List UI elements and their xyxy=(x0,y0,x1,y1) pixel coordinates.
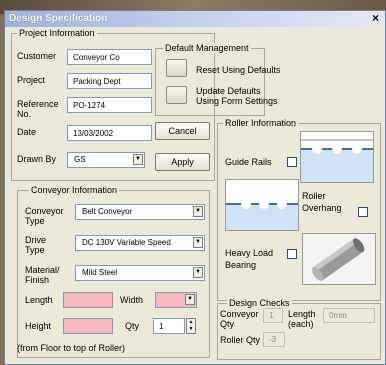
width-label: Width xyxy=(120,295,144,305)
chevron-down-icon[interactable]: ▼ xyxy=(193,267,203,278)
reset-defaults-label: Reset Using Defaults xyxy=(196,65,281,75)
qty-field[interactable]: 1 xyxy=(153,318,185,334)
design-checks-legend: Design Checks xyxy=(227,298,292,308)
qty-spinner[interactable]: ▲ ▼ xyxy=(186,318,196,334)
customer-field[interactable]: Conveyor Co xyxy=(67,49,152,65)
project-field[interactable]: Packing Dept xyxy=(67,73,152,89)
chevron-down-icon[interactable]: ▼ xyxy=(185,294,195,305)
reference-field[interactable]: PO-1274 xyxy=(67,97,152,113)
customer-label: Customer xyxy=(17,51,57,61)
date-label: Date xyxy=(17,127,37,137)
height-footnote: (from Floor to top of Roller) xyxy=(17,343,126,353)
heavy-load-checkbox[interactable] xyxy=(287,249,297,259)
design-specification-dialog: Design Specification × Project Informati… xyxy=(4,10,386,365)
chevron-down-icon[interactable]: ▼ xyxy=(133,154,143,165)
project-information-legend: Project Information xyxy=(17,28,97,38)
update-defaults-button[interactable] xyxy=(166,86,187,104)
length-each-label: Length xyxy=(288,309,316,319)
roller-qty-field: -3 xyxy=(263,332,285,347)
height-field[interactable] xyxy=(63,318,113,334)
material-label: Material/ xyxy=(25,265,60,275)
chevron-down-icon[interactable]: ▼ xyxy=(193,206,203,217)
heavy-load-roller-diagram xyxy=(302,233,376,285)
project-label: Project xyxy=(17,75,46,85)
cancel-button[interactable]: Cancel xyxy=(155,122,210,140)
drive-type-value: DC 130V Variable Speed xyxy=(82,238,171,247)
roller-overhang-checkbox[interactable] xyxy=(358,207,368,217)
date-field[interactable]: 13/03/2002 xyxy=(67,125,152,141)
length-each-label-2: (each) xyxy=(288,319,314,329)
roller-qty-label: Roller Qty xyxy=(220,335,261,345)
drive-type-label-2: Type xyxy=(25,245,45,255)
guide-rails-diagram xyxy=(300,131,374,183)
drawn-by-dropdown[interactable]: GS ▼ xyxy=(67,152,145,168)
drive-type-dropdown[interactable]: DC 130V Variable Speed ▼ xyxy=(75,235,205,251)
guide-rails-checkbox[interactable] xyxy=(287,157,297,167)
default-management-legend: Default Management xyxy=(163,43,251,53)
length-field[interactable] xyxy=(63,292,113,308)
material-value: Mild Steel xyxy=(82,268,118,277)
reset-defaults-button[interactable] xyxy=(166,59,187,77)
update-defaults-label-2: Using Form Settings xyxy=(196,96,278,106)
roller-overhang-label: Roller xyxy=(302,191,326,201)
width-dropdown[interactable]: ▼ xyxy=(155,292,197,308)
close-icon[interactable]: × xyxy=(369,12,382,25)
update-defaults-label: Update Defaults xyxy=(196,86,261,96)
height-label: Height xyxy=(25,321,52,331)
conveyor-qty-label-2: Qty xyxy=(220,319,235,329)
conveyor-information-legend: Conveyor Information xyxy=(29,185,120,195)
title-bar: Design Specification × xyxy=(5,11,385,27)
drawn-by-value: GS xyxy=(74,155,86,164)
material-dropdown[interactable]: Mild Steel ▼ xyxy=(75,265,205,281)
conveyor-type-label: Conveyor xyxy=(25,206,64,216)
material-label-2: Finish xyxy=(25,275,50,285)
guide-rails-label: Guide Rails xyxy=(225,157,272,167)
apply-button[interactable]: Apply xyxy=(155,153,210,171)
reference-label: Reference xyxy=(17,99,59,109)
conveyor-qty-label: Conveyor xyxy=(220,309,259,319)
length-each-field: 0mm xyxy=(323,308,375,323)
drive-type-label: Drive xyxy=(25,235,47,245)
qty-label: Qty xyxy=(125,321,140,331)
roller-overhang-diagram xyxy=(225,179,299,231)
reference-no-label: No. xyxy=(17,109,32,119)
drawn-by-label: Drawn By xyxy=(17,154,57,164)
conveyor-type-dropdown[interactable]: Belt Conveyor ▼ xyxy=(75,204,205,220)
roller-overhang-label-2: Overhang xyxy=(302,203,342,213)
conveyor-qty-field: 1 xyxy=(263,308,283,323)
chevron-down-icon[interactable]: ▼ xyxy=(193,237,203,248)
heavy-load-label: Heavy Load xyxy=(225,248,274,258)
heavy-load-label-2: Bearing xyxy=(225,260,257,270)
length-label: Length xyxy=(25,295,53,305)
window-title: Design Specification xyxy=(9,13,108,24)
conveyor-type-label-2: Type xyxy=(25,216,45,226)
roller-information-legend: Roller Information xyxy=(223,118,299,128)
conveyor-type-value: Belt Conveyor xyxy=(82,207,133,216)
